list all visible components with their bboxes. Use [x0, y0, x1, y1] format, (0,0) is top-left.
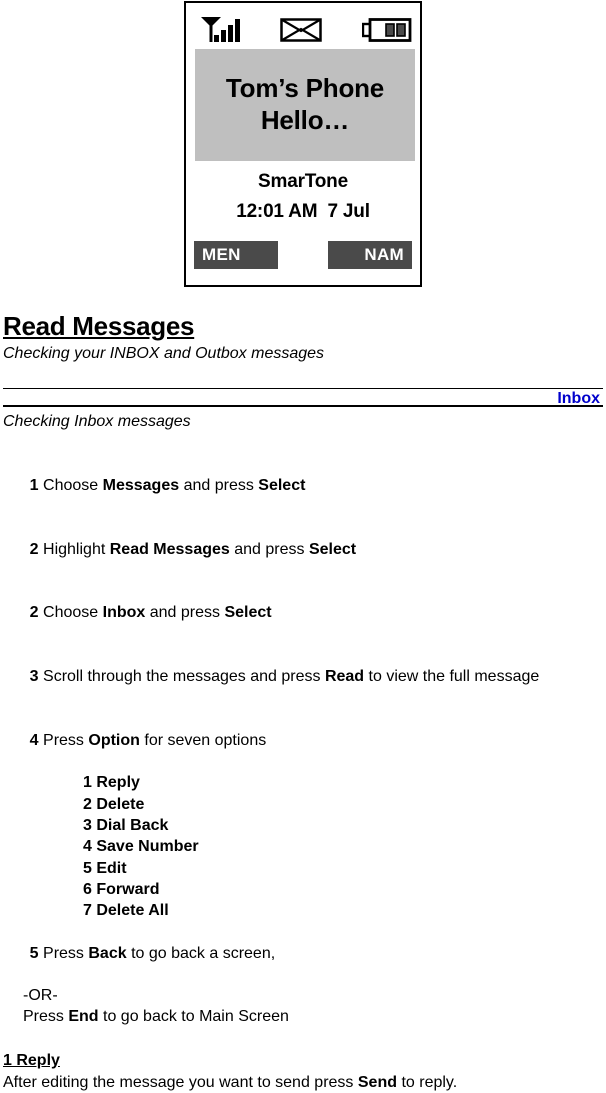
page-subtitle: Checking your INBOX and Outbox messages: [3, 345, 325, 363]
phone-mockup: Tom’s Phone Hello… SmarTone 12:01 AM 7 J…: [184, 1, 422, 287]
closing-subheading: 1 Reply: [3, 1051, 60, 1069]
option-item: 1 Reply: [83, 774, 140, 792]
step-text-pre: Press: [38, 731, 89, 749]
step-item: 5 Press Back to go back a screen,: [3, 921, 603, 985]
option-item: 2 Delete: [83, 795, 145, 813]
divider-thick: [3, 405, 603, 408]
step-keyword: Option: [88, 731, 140, 749]
option-item: 3 Dial Back: [83, 817, 169, 834]
softkey-menu-button[interactable]: MEN: [194, 241, 278, 269]
step-alt-keyword: End: [68, 1008, 99, 1026]
option-item: 7 Delete All: [83, 902, 169, 920]
step-text-mid: to view the full message: [364, 668, 540, 686]
phone-greeting-banner: Tom’s Phone Hello…: [195, 49, 415, 161]
phone-clock-date: 12:01 AM 7 Jul: [236, 201, 370, 222]
step-text-pre: Scroll through the messages and press: [38, 668, 325, 686]
step-text-mid: and press: [229, 540, 309, 558]
step-text-mid: and press: [145, 604, 225, 622]
option-item: 6 Forward: [83, 880, 160, 898]
instruction-steps: 1 Choose Messages and press Select 2 Hig…: [3, 453, 603, 1027]
step-number: 1: [29, 476, 39, 494]
step-keyword-2: Select: [308, 540, 357, 558]
softkey-names-label: NAM: [364, 245, 404, 264]
closing-text-pre: After editing the message you want to se…: [3, 1073, 358, 1091]
page-title: Read Messages: [3, 311, 195, 341]
softkey-names-button[interactable]: NAM: [328, 241, 412, 269]
step-text-mid: for seven options: [139, 731, 267, 749]
phone-screen: Tom’s Phone Hello… SmarTone 12:01 AM 7 J…: [186, 3, 420, 285]
step-text-pre: Highlight: [38, 540, 110, 558]
step-keyword: Messages: [102, 476, 180, 494]
softkey-menu-label: MEN: [202, 245, 241, 264]
step-keyword: Back: [88, 944, 127, 962]
step-item: 4 Press Option for seven options: [3, 709, 603, 773]
step-item: 2 Choose Inbox and press Select: [3, 581, 603, 645]
step-keyword-2: Select: [224, 604, 272, 622]
step-keyword-2: Select: [258, 476, 306, 494]
closing-keyword: Send: [357, 1073, 397, 1091]
step-keyword: Read: [324, 668, 365, 686]
step-text-pre: Choose: [38, 604, 103, 622]
step-text-mid: to go back a screen,: [126, 944, 276, 962]
phone-status-bar: [186, 10, 420, 42]
phone-owner-name: Tom’s Phone: [225, 73, 385, 104]
step-item: 2 Highlight Read Messages and press Sele…: [3, 517, 603, 581]
divider-thin: [3, 388, 603, 390]
message-envelope-icon: [280, 18, 322, 42]
closing-text-post: to reply.: [397, 1073, 458, 1091]
step-alternative: Press End to go back to Main Screen: [3, 1006, 603, 1027]
step-keyword: Read Messages: [109, 540, 230, 558]
section-tag-inbox: Inbox: [557, 390, 600, 407]
phone-carrier-label: SmarTone: [258, 171, 348, 192]
document-body: Read Messages Checking your INBOX and Ou…: [3, 311, 603, 1093]
step-alt-post: to go back to Main Screen: [98, 1008, 289, 1026]
step-number: 2: [29, 604, 39, 622]
battery-icon: [362, 18, 412, 42]
step-text-mid: and press: [179, 476, 259, 494]
step-keyword: Inbox: [102, 604, 146, 622]
section-subtitle: Checking Inbox messages: [3, 413, 191, 431]
step-text-pre: Press: [38, 944, 89, 962]
step-number: 2: [29, 540, 39, 558]
step-item: 1 Choose Messages and press Select: [3, 453, 603, 517]
closing-paragraph: After editing the message you want to se…: [3, 1072, 603, 1093]
option-item: 5 Edit: [83, 859, 127, 877]
step-item: 3 Scroll through the messages and press …: [3, 645, 603, 709]
step-number: 4: [29, 731, 39, 749]
step-alt-pre: Press: [23, 1008, 69, 1026]
step-number: 5: [29, 944, 39, 962]
step-text-pre: Choose: [38, 476, 103, 494]
step-number: 3: [29, 668, 39, 686]
phone-greeting-text: Hello…: [260, 105, 350, 135]
option-item: 4 Save Number: [83, 838, 199, 856]
step-alternative-separator: -OR-: [23, 987, 58, 1005]
signal-strength-icon: [201, 17, 240, 42]
